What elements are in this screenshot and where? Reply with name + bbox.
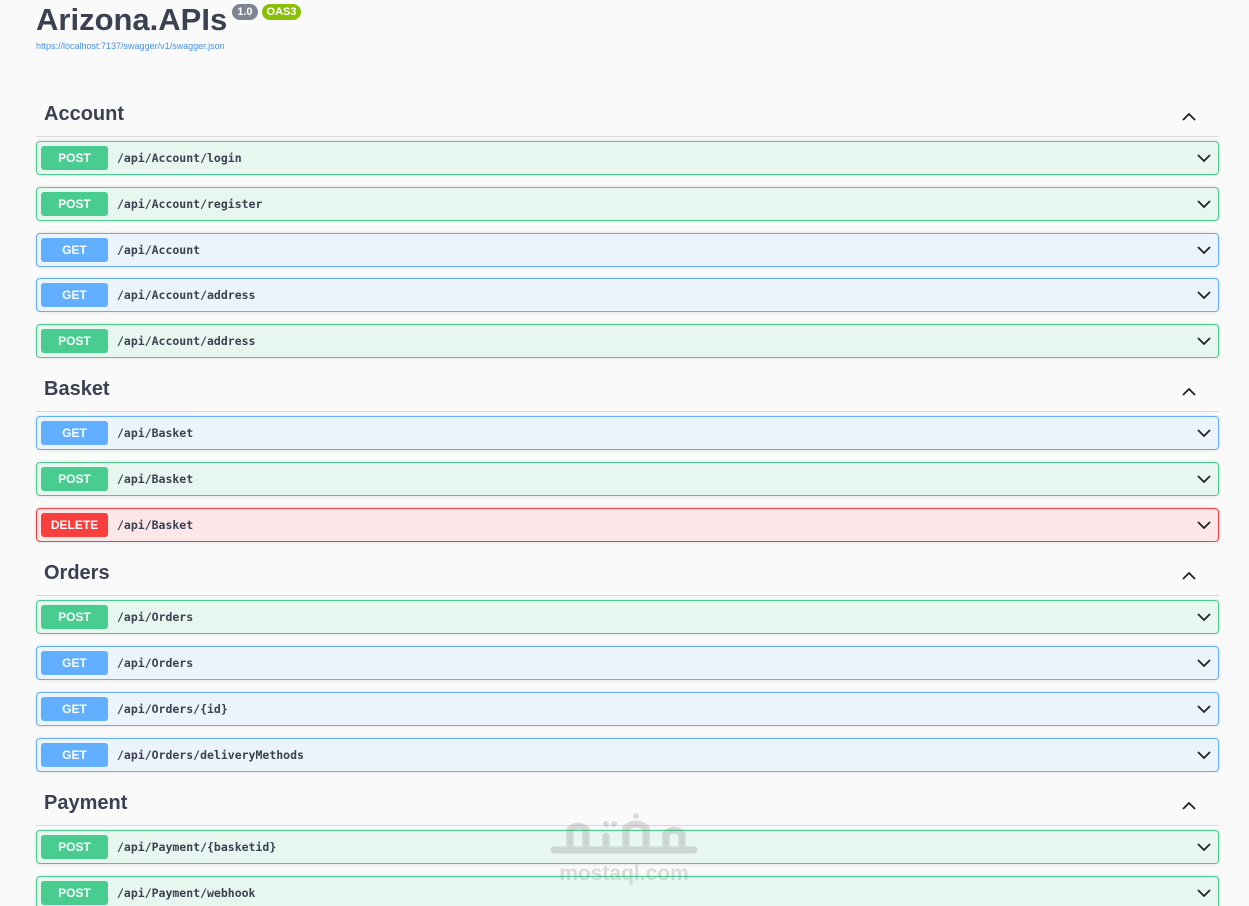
operation-row[interactable]: GET /api/Account/address <box>36 278 1219 312</box>
operation-path: /api/Account/address <box>117 288 256 302</box>
method-badge: POST <box>41 605 108 629</box>
chevron-down-icon[interactable] <box>1196 750 1212 760</box>
method-badge: POST <box>41 467 108 491</box>
chevron-down-icon[interactable] <box>1196 199 1212 209</box>
section-header-orders[interactable]: Orders <box>36 552 1219 596</box>
method-badge: POST <box>41 881 108 905</box>
operation-row[interactable]: POST /api/Basket <box>36 462 1219 496</box>
method-badge: POST <box>41 329 108 353</box>
operation-path: /api/Basket <box>117 472 194 486</box>
method-badge: GET <box>41 283 108 307</box>
operation-path: /api/Basket <box>117 518 194 532</box>
section-title: Account <box>44 103 124 125</box>
chevron-up-icon[interactable] <box>1181 801 1197 811</box>
section-title: Payment <box>44 792 128 814</box>
swagger-page: Arizona.APIs 1.0 OAS3 https://localhost:… <box>0 0 1249 906</box>
method-badge: POST <box>41 835 108 859</box>
operation-row[interactable]: POST /api/Orders <box>36 600 1219 634</box>
method-badge: GET <box>41 743 108 767</box>
section-title: Basket <box>44 378 110 400</box>
operation-path: /api/Payment/{basketid} <box>117 840 277 854</box>
version-badge: 1.0 <box>232 4 258 20</box>
operation-path: /api/Account <box>117 243 201 257</box>
method-badge: POST <box>41 192 108 216</box>
chevron-down-icon[interactable] <box>1196 888 1212 898</box>
spec-url-link[interactable]: https://localhost:7137/swagger/v1/swagge… <box>36 41 301 51</box>
method-badge: GET <box>41 421 108 445</box>
method-badge: POST <box>41 146 108 170</box>
chevron-down-icon[interactable] <box>1196 245 1212 255</box>
chevron-down-icon[interactable] <box>1196 428 1212 438</box>
chevron-down-icon[interactable] <box>1196 474 1212 484</box>
operation-row[interactable]: GET /api/Account <box>36 233 1219 267</box>
operation-path: /api/Orders/deliveryMethods <box>117 748 304 762</box>
section-title: Orders <box>44 562 110 584</box>
operation-row[interactable]: GET /api/Orders/deliveryMethods <box>36 738 1219 772</box>
operation-path: /api/Orders <box>117 656 194 670</box>
section-header-basket[interactable]: Basket <box>36 368 1219 412</box>
operation-row[interactable]: POST /api/Account/login <box>36 141 1219 175</box>
method-badge: GET <box>41 238 108 262</box>
oas-badge: OAS3 <box>261 4 302 20</box>
chevron-down-icon[interactable] <box>1196 612 1212 622</box>
operation-row[interactable]: POST /api/Account/register <box>36 187 1219 221</box>
section-header-account[interactable]: Account <box>36 93 1219 137</box>
chevron-down-icon[interactable] <box>1196 153 1212 163</box>
operation-path: /api/Payment/webhook <box>117 886 256 900</box>
method-badge: DELETE <box>41 513 108 537</box>
chevron-down-icon[interactable] <box>1196 290 1212 300</box>
chevron-up-icon[interactable] <box>1181 387 1197 397</box>
operation-path: /api/Account/address <box>117 334 256 348</box>
chevron-up-icon[interactable] <box>1181 112 1197 122</box>
api-info: Arizona.APIs 1.0 OAS3 https://localhost:… <box>36 0 302 51</box>
method-badge: GET <box>41 651 108 675</box>
operation-row[interactable]: POST /api/Payment/webhook <box>36 876 1219 906</box>
operation-path: /api/Basket <box>117 426 194 440</box>
chevron-up-icon[interactable] <box>1181 571 1197 581</box>
operation-row[interactable]: POST /api/Payment/{basketid} <box>36 830 1219 864</box>
operation-path: /api/Account/login <box>117 151 242 165</box>
operation-row[interactable]: POST /api/Account/address <box>36 324 1219 358</box>
operation-row[interactable]: DELETE /api/Basket <box>36 508 1219 542</box>
title-row: Arizona.APIs 1.0 OAS3 <box>36 0 302 40</box>
operation-row[interactable]: GET /api/Orders/{id} <box>36 692 1219 726</box>
chevron-down-icon[interactable] <box>1196 704 1212 714</box>
api-title: Arizona.APIs <box>36 2 228 37</box>
operation-row[interactable]: GET /api/Orders <box>36 646 1219 680</box>
method-badge: GET <box>41 697 108 721</box>
chevron-down-icon[interactable] <box>1196 658 1212 668</box>
chevron-down-icon[interactable] <box>1196 520 1212 530</box>
operation-path: /api/Account/register <box>117 197 263 211</box>
operation-row[interactable]: GET /api/Basket <box>36 416 1219 450</box>
chevron-down-icon[interactable] <box>1196 842 1212 852</box>
section-header-payment[interactable]: Payment <box>36 782 1219 826</box>
operation-path: /api/Orders/{id} <box>117 702 228 716</box>
chevron-down-icon[interactable] <box>1196 336 1212 346</box>
operation-path: /api/Orders <box>117 610 194 624</box>
